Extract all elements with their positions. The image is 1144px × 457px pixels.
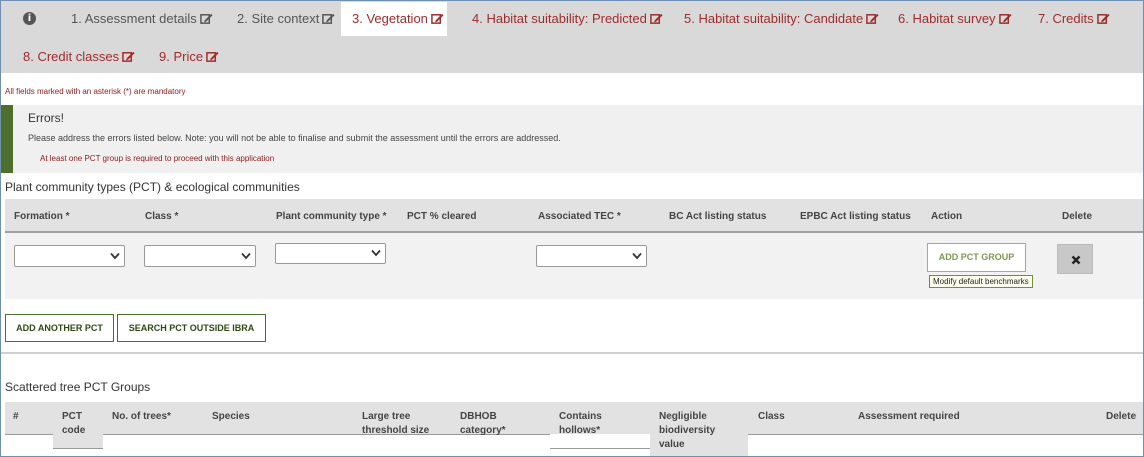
tab-habitat-candidate[interactable]: 5. Habitat suitability: Candidate: [684, 2, 879, 36]
scattered-table-header: # PCT code No. of trees* Species Large t…: [5, 402, 1143, 456]
tab-assessment-details[interactable]: 1. Assessment details: [71, 2, 213, 36]
col-contains-hollows: Contains hollows*: [559, 411, 602, 436]
col-plant-community-type: Plant community type *: [276, 211, 387, 222]
tab-label: 2. Site context: [237, 11, 320, 26]
tab-label: 8. Credit classes: [23, 49, 120, 64]
tab-label: 6. Habitat survey: [898, 11, 996, 26]
app-frame: i 1. Assessment details 2. Site context …: [0, 0, 1144, 457]
col-formation: Formation *: [14, 211, 70, 222]
tab-label: 4. Habitat suitability: Predicted: [472, 11, 647, 26]
error-title: Errors!: [28, 111, 64, 125]
section-divider: [1, 352, 1143, 354]
tab-label: 3. Vegetation: [352, 11, 428, 26]
close-icon: [1071, 255, 1081, 265]
col-delete: Delete: [1106, 411, 1137, 422]
edit-icon: [122, 51, 135, 62]
error-panel: Errors! Please address the errors listed…: [1, 105, 1143, 173]
tab-label: 7. Credits: [1038, 11, 1094, 26]
edit-icon: [206, 51, 219, 62]
plant-community-type-select[interactable]: [275, 243, 386, 264]
edit-icon: [322, 13, 335, 24]
scattered-section-title: Scattered tree PCT Groups: [5, 380, 151, 394]
info-icon[interactable]: i: [23, 12, 36, 25]
header-underline: [53, 448, 103, 449]
edit-icon: [1096, 13, 1110, 24]
tab-credits[interactable]: 7. Credits: [1038, 2, 1110, 36]
delete-row-button[interactable]: [1057, 244, 1093, 274]
tab-label: 5. Habitat suitability: Candidate: [684, 11, 864, 26]
class-select[interactable]: [144, 245, 256, 267]
tab-label: 1. Assessment details: [71, 11, 197, 26]
tab-habitat-survey[interactable]: 6. Habitat survey: [898, 2, 1012, 36]
search-pct-outside-ibra-button[interactable]: SEARCH PCT OUTSIDE IBRA: [117, 314, 266, 342]
col-negligible-biodiversity: Negligible biodiversity value: [659, 411, 716, 450]
edit-icon: [431, 13, 444, 24]
edit-icon: [199, 13, 213, 24]
formation-select[interactable]: [14, 245, 125, 267]
error-description: Please address the errors listed below. …: [28, 133, 561, 143]
tab-bar: i 1. Assessment details 2. Site context …: [1, 1, 1143, 74]
col-epbc-act-status: EPBC Act listing status: [800, 211, 911, 222]
col-class: Class *: [145, 211, 179, 222]
col-number: #: [13, 411, 19, 422]
header-underline: [550, 448, 650, 449]
add-another-pct-button[interactable]: ADD ANOTHER PCT: [5, 314, 114, 342]
associated-tec-select[interactable]: [536, 245, 647, 267]
tab-label: 9. Price: [159, 49, 204, 64]
col-associated-tec: Associated TEC *: [538, 211, 621, 222]
col-large-tree-threshold: Large tree threshold size: [362, 411, 430, 436]
error-item: At least one PCT group is required to pr…: [40, 154, 275, 163]
header-underline: [748, 434, 1143, 435]
header-underline: [5, 434, 53, 435]
pct-section-title: Plant community types (PCT) & ecological…: [5, 180, 300, 194]
chevron-down-icon: [371, 249, 381, 257]
edit-icon: [650, 13, 663, 24]
col-delete: Delete: [1062, 211, 1093, 222]
edit-icon: [998, 13, 1012, 24]
chevron-down-icon: [110, 252, 120, 260]
header-underline: [103, 434, 351, 435]
col-species: Species: [212, 411, 250, 422]
col-pct-cleared: PCT % cleared: [407, 211, 477, 222]
edit-icon: [866, 13, 879, 24]
chevron-down-icon: [632, 252, 642, 260]
tab-site-context[interactable]: 2. Site context: [237, 2, 335, 36]
tab-price[interactable]: 9. Price: [159, 40, 219, 74]
col-bc-act-status: BC Act listing status: [669, 211, 767, 222]
modify-benchmarks-tooltip: Modify default benchmarks: [929, 275, 1033, 288]
col-assessment-required: Assessment required: [858, 411, 960, 422]
pct-table-header: Formation * Class * Plant community type…: [5, 199, 1143, 233]
col-pct-code: PCT code: [62, 411, 86, 436]
col-no-of-trees: No. of trees*: [112, 411, 171, 422]
tab-vegetation[interactable]: 3. Vegetation: [341, 2, 447, 36]
add-pct-group-button[interactable]: ADD PCT GROUP: [927, 243, 1026, 272]
col-class: Class: [758, 411, 785, 422]
col-dbhob-category: DBHOB category*: [460, 411, 506, 436]
col-action: Action: [931, 211, 963, 222]
tab-habitat-predicted[interactable]: 4. Habitat suitability: Predicted: [472, 2, 663, 36]
mandatory-note: All fields marked with an asterisk (*) a…: [5, 87, 186, 96]
tab-credit-classes[interactable]: 8. Credit classes: [23, 40, 135, 74]
chevron-down-icon: [241, 252, 251, 260]
pct-table: Formation * Class * Plant community type…: [5, 199, 1143, 299]
